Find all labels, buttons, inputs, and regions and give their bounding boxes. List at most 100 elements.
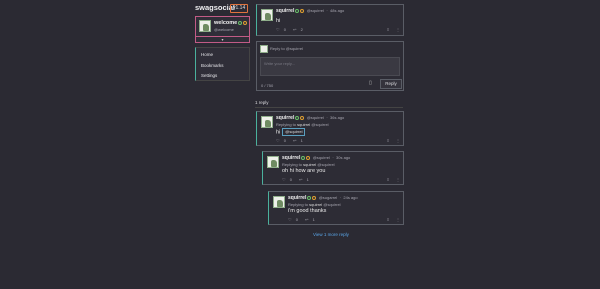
meta-sep: · [339, 195, 341, 200]
replying-name[interactable]: squirrel [297, 122, 310, 127]
file-icon[interactable]: ▯ [369, 80, 372, 86]
reply-icon: ↩ [293, 27, 297, 32]
version-badge: v1.14 [230, 4, 249, 13]
reply-composer: Reply to @squirrel Write your reply... 0… [256, 41, 404, 91]
post-time[interactable]: 36s ago [330, 115, 344, 120]
char-counter: 0 / 750 [261, 83, 274, 88]
post-author[interactable]: squirrel @squirrel · 30s ago [282, 155, 350, 161]
more-icon[interactable]: ⋮ [396, 27, 400, 32]
profile-name-text: welcome [214, 20, 238, 26]
reply-button[interactable]: ↩ 1 [299, 177, 312, 182]
like-count: 0 [283, 138, 286, 143]
reply-button[interactable]: ↩ 1 [293, 138, 306, 143]
post-time[interactable]: 30s ago [336, 155, 350, 160]
bookmark-icon[interactable]: ⌑ [387, 217, 389, 222]
star-icon [300, 115, 305, 120]
profile-card[interactable]: welcome @welcome ▾ [195, 16, 250, 43]
verified-icon [307, 195, 312, 200]
sidebar-nav: Home Bookmarks Settings [195, 47, 250, 81]
like-button[interactable]: ♡ 0 [276, 27, 289, 32]
sidebar-item-home[interactable]: Home [201, 52, 213, 57]
replying-to: Replying to squirrel @squirrel [288, 202, 341, 207]
post-actions: ♡ 0 ↩ 2 [276, 27, 309, 32]
star-icon [312, 195, 317, 200]
meta-sep: · [326, 8, 328, 13]
author-handle: @squirrel [312, 155, 330, 160]
reply-button[interactable]: ↩ 2 [293, 27, 306, 32]
author-name: squirrel [288, 195, 307, 201]
reply-count: 1 [312, 217, 315, 222]
replying-prefix: Replying to [282, 162, 303, 167]
post-time[interactable]: 24s ago [343, 195, 357, 200]
reply-button[interactable]: Reply [380, 79, 402, 89]
avatar[interactable] [261, 116, 273, 128]
heart-icon: ♡ [276, 27, 280, 32]
post-actions: ♡ 0 ↩ 1 [276, 138, 309, 143]
post-author[interactable]: squirrel @squirrel · 36s ago [276, 115, 344, 121]
heart-icon: ♡ [282, 177, 286, 182]
reply-count: 2 [300, 27, 303, 32]
reply-count: 1 [306, 177, 309, 182]
view-more-replies-link[interactable]: View 1 more reply [313, 232, 349, 237]
like-count: 0 [295, 217, 298, 222]
like-button[interactable]: ♡ 0 [276, 138, 289, 143]
bookmark-icon[interactable]: ⌑ [387, 177, 389, 182]
like-button[interactable]: ♡ 0 [288, 217, 301, 222]
profile-handle: @welcome [214, 27, 234, 32]
mention-tag[interactable]: @squirrel [282, 128, 306, 136]
author-handle: @squirrel [306, 115, 324, 120]
post-body: i'm good thanks [288, 208, 327, 214]
author-name: squirrel [276, 115, 295, 121]
author-handle: @squirrel [306, 8, 324, 13]
chevron-down-icon: ▾ [221, 37, 224, 42]
replying-handle: @squirrel [311, 122, 329, 127]
avatar[interactable] [267, 156, 279, 168]
profile-name: welcome [214, 20, 248, 26]
post-author[interactable]: squirrel @sugarrel · 24s ago [288, 195, 358, 201]
post-body: hi @squirrel [276, 128, 306, 136]
star-icon [243, 20, 248, 25]
sidebar-item-bookmarks[interactable]: Bookmarks [201, 63, 224, 68]
avatar [199, 20, 211, 32]
replying-name[interactable]: squirrel [303, 162, 316, 167]
avatar[interactable] [273, 196, 285, 208]
author-name: squirrel [282, 155, 301, 161]
replying-to: Replying to squirrel @squirrel [276, 122, 329, 127]
bookmark-icon[interactable]: ⌑ [387, 27, 389, 32]
reply-button[interactable]: ↩ 1 [305, 217, 318, 222]
author-name: squirrel [276, 8, 295, 14]
avatar[interactable] [261, 9, 273, 21]
reply-input[interactable]: Write your reply... [260, 57, 400, 76]
post-author[interactable]: squirrel @squirrel · 48s ago [276, 8, 344, 14]
heart-icon: ♡ [276, 138, 280, 143]
reply-icon: ↩ [299, 177, 303, 182]
verified-icon [295, 115, 300, 120]
replying-to: Replying to squirrel @squirrel [282, 162, 335, 167]
reply-icon: ↩ [293, 138, 297, 143]
replying-name[interactable]: squirrel [309, 202, 322, 207]
more-icon[interactable]: ⋮ [396, 217, 400, 222]
replying-prefix: Replying to [288, 202, 309, 207]
replies-count: 1 reply [255, 100, 269, 105]
main-post: squirrel @squirrel · 48s ago hi ♡ 0 ↩ 2 … [256, 4, 404, 36]
star-icon [306, 155, 311, 160]
meta-sep: · [332, 155, 334, 160]
post-text: hi [276, 129, 281, 136]
heart-icon: ♡ [288, 217, 292, 222]
replying-handle: @squirrel [323, 202, 341, 207]
divider [255, 107, 403, 108]
like-count: 0 [289, 177, 292, 182]
more-icon[interactable]: ⋮ [396, 177, 400, 182]
meta-sep: · [326, 115, 328, 120]
avatar [260, 45, 268, 53]
bookmark-icon[interactable]: ⌑ [387, 138, 389, 143]
post-time[interactable]: 48s ago [330, 8, 344, 13]
reply-to-label: Reply to @squirrel [270, 46, 303, 51]
profile-expand-toggle[interactable]: ▾ [196, 36, 249, 43]
verified-icon [301, 155, 306, 160]
more-icon[interactable]: ⋮ [396, 138, 400, 143]
verified-icon [295, 8, 300, 13]
sidebar-item-settings[interactable]: Settings [201, 73, 217, 78]
replying-prefix: Replying to [276, 122, 297, 127]
like-button[interactable]: ♡ 0 [282, 177, 295, 182]
